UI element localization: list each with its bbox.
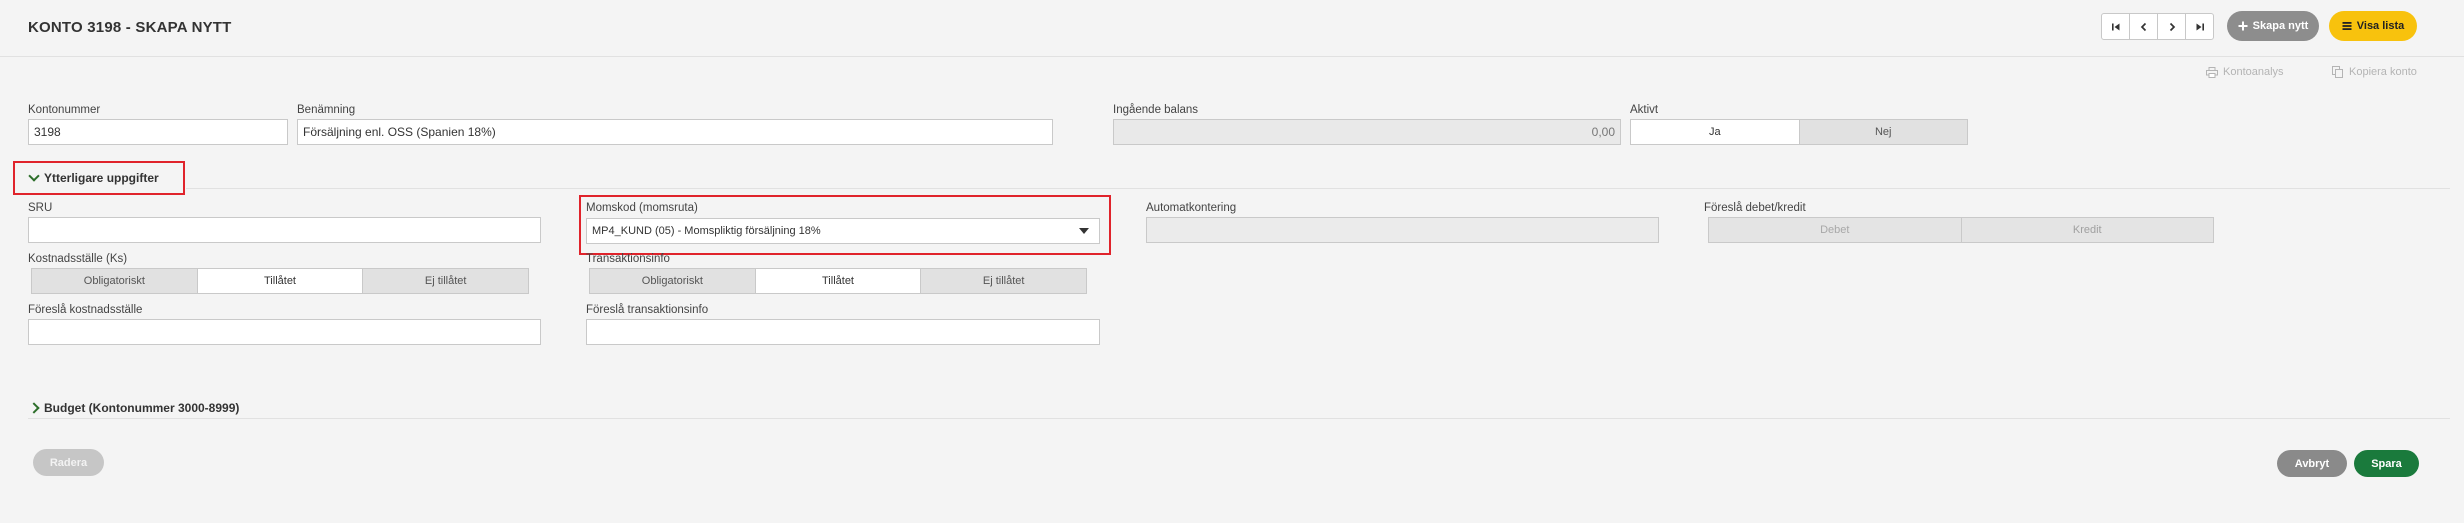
copy-account-link[interactable]: Kopiera konto bbox=[2332, 66, 2417, 78]
opening-balance-field: 0,00 bbox=[1113, 119, 1621, 145]
sru-label: SRU bbox=[28, 202, 53, 214]
suggest-debit-credit-toggle: Debet Kredit bbox=[1708, 217, 2214, 243]
last-page-icon bbox=[2196, 23, 2204, 30]
show-list-label: Visa lista bbox=[2356, 20, 2405, 32]
create-new-label: Skapa nytt bbox=[2252, 20, 2309, 32]
suggest-cost-center-label: Föreslå kostnadsställe bbox=[28, 304, 143, 316]
extra-section-toggle[interactable]: Ytterligare uppgifter bbox=[28, 170, 159, 185]
auto-posting-label: Automatkontering bbox=[1146, 202, 1237, 214]
budget-section-title: Budget (Kontonummer 3000-8999) bbox=[44, 401, 240, 415]
cost-center-allowed-option[interactable]: Tillåtet bbox=[196, 269, 363, 293]
suggest-debit-credit-label: Föreslå debet/kredit bbox=[1704, 202, 1806, 214]
debit-option: Debet bbox=[1709, 218, 1961, 242]
cancel-button[interactable]: Avbryt bbox=[2277, 450, 2347, 477]
cost-center-mandatory-option[interactable]: Obligatoriskt bbox=[32, 269, 197, 293]
vat-code-value: MP4_KUND (05) - Momspliktig försäljning … bbox=[592, 225, 821, 237]
extra-section-title: Ytterligare uppgifter bbox=[44, 171, 159, 185]
next-record-button[interactable] bbox=[2157, 13, 2186, 40]
list-icon bbox=[2342, 22, 2352, 30]
account-analysis-link[interactable]: Kontoanalys bbox=[2206, 66, 2284, 78]
transaction-info-not-allowed-option[interactable]: Ej tillåtet bbox=[920, 269, 1087, 293]
transaction-info-allowed-option[interactable]: Tillåtet bbox=[754, 269, 921, 293]
budget-section-divider bbox=[28, 418, 2450, 419]
first-page-icon bbox=[2111, 23, 2119, 30]
copy-account-label: Kopiera konto bbox=[2349, 66, 2417, 78]
transaction-info-toggle: Obligatoriskt Tillåtet Ej tillåtet bbox=[589, 268, 1087, 294]
next-icon bbox=[2169, 22, 2175, 31]
account-number-input[interactable]: 3198 bbox=[28, 119, 288, 145]
cost-center-not-allowed-option[interactable]: Ej tillåtet bbox=[362, 269, 529, 293]
delete-button[interactable]: Radera bbox=[33, 449, 104, 476]
header-divider bbox=[0, 56, 2464, 57]
previous-record-button[interactable] bbox=[2129, 13, 2158, 40]
chevron-right-icon bbox=[28, 402, 40, 414]
account-analysis-label: Kontoanalys bbox=[2223, 66, 2284, 78]
copy-icon bbox=[2332, 66, 2343, 78]
transaction-info-mandatory-option[interactable]: Obligatoriskt bbox=[590, 269, 755, 293]
caret-down-icon bbox=[1079, 228, 1089, 234]
active-toggle: Ja Nej bbox=[1630, 119, 1968, 145]
vat-code-label: Momskod (momsruta) bbox=[586, 202, 698, 214]
cost-center-label: Kostnadsställe (Ks) bbox=[28, 253, 128, 265]
record-navigation bbox=[2101, 13, 2214, 40]
create-new-button[interactable]: Skapa nytt bbox=[2227, 11, 2319, 41]
auto-posting-input bbox=[1146, 217, 1659, 243]
show-list-button[interactable]: Visa lista bbox=[2329, 11, 2417, 41]
suggest-cost-center-input[interactable] bbox=[28, 319, 541, 345]
last-record-button[interactable] bbox=[2185, 13, 2214, 40]
active-label: Aktivt bbox=[1630, 104, 1659, 116]
budget-section-toggle[interactable]: Budget (Kontonummer 3000-8999) bbox=[28, 401, 240, 415]
chevron-down-icon bbox=[28, 170, 40, 182]
cost-center-toggle: Obligatoriskt Tillåtet Ej tillåtet bbox=[31, 268, 529, 294]
prev-icon bbox=[2140, 22, 2146, 31]
account-number-label: Kontonummer bbox=[28, 104, 101, 116]
suggest-transaction-info-input[interactable] bbox=[586, 319, 1100, 345]
header-bar: KONTO 3198 - SKAPA NYTT Skapa nytt Visa … bbox=[0, 0, 2464, 56]
sru-input[interactable] bbox=[28, 217, 541, 243]
print-icon bbox=[2206, 66, 2218, 78]
active-no-option[interactable]: Nej bbox=[1798, 120, 1967, 144]
suggest-transaction-info-label: Föreslå transaktionsinfo bbox=[586, 304, 709, 316]
save-button[interactable]: Spara bbox=[2354, 450, 2419, 477]
transaction-info-label: Transaktionsinfo bbox=[586, 253, 670, 265]
name-input[interactable]: Försäljning enl. OSS (Spanien 18%) bbox=[297, 119, 1053, 145]
opening-balance-label: Ingående balans bbox=[1113, 104, 1199, 116]
active-yes-option[interactable]: Ja bbox=[1631, 120, 1799, 144]
plus-icon bbox=[2238, 21, 2248, 31]
vat-code-select[interactable]: MP4_KUND (05) - Momspliktig försäljning … bbox=[586, 218, 1100, 244]
page-title: KONTO 3198 - SKAPA NYTT bbox=[28, 19, 232, 36]
extra-section-divider bbox=[186, 188, 2450, 189]
first-record-button[interactable] bbox=[2101, 13, 2130, 40]
name-label: Benämning bbox=[297, 104, 356, 116]
credit-option: Kredit bbox=[1960, 218, 2213, 242]
